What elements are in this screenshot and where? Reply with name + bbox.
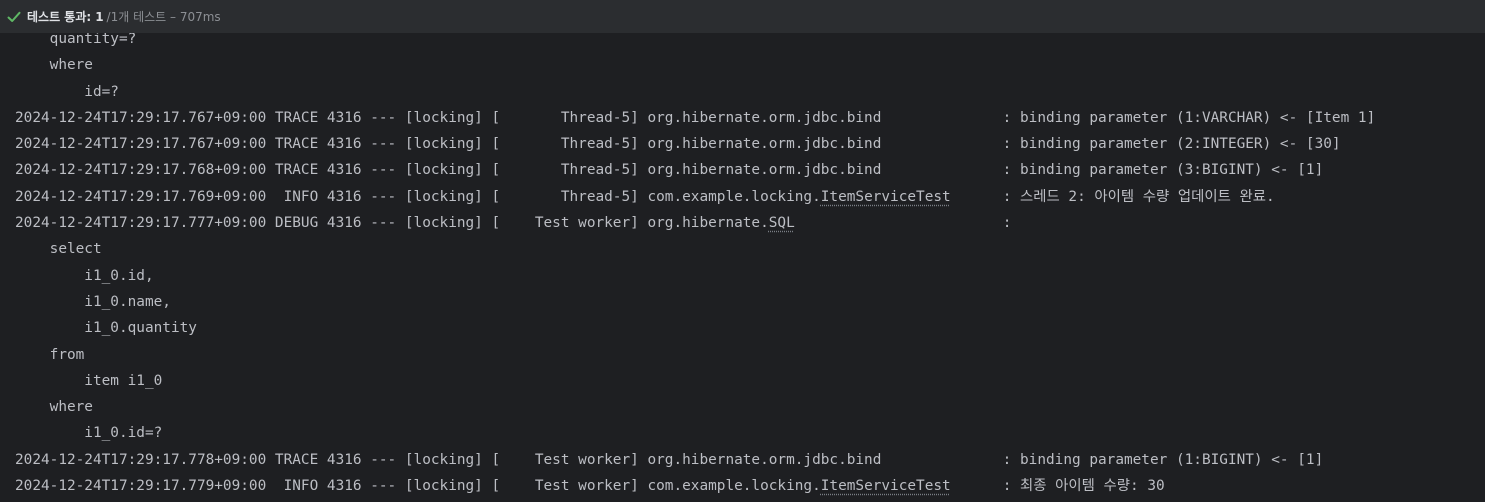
class-name-link[interactable]: ItemServiceTest (821, 189, 951, 205)
console-line: id=? (15, 83, 119, 100)
console-line: i1_0.id, (15, 267, 154, 284)
check-icon (6, 9, 22, 25)
test-status-bar: 테스트 통과: 1 /1개 테스트 – 707ms (0, 0, 1485, 33)
log-prefix: 2024-12-24T17:29:17.769+09:00 INFO 4316 … (15, 188, 821, 205)
console-line: 2024-12-24T17:29:17.767+09:00 TRACE 4316… (15, 109, 1376, 126)
console-line: 2024-12-24T17:29:17.779+09:00 INFO 4316 … (15, 473, 1375, 499)
console-line: quantity=? (15, 33, 137, 47)
log-message: : 최종 아이템 수량: 30 (950, 478, 1165, 495)
status-label: 테스트 통과: (27, 10, 92, 24)
console-line: where (15, 57, 93, 74)
console-lines: quantity=? where id=? 2024-12-24T17:29:1… (15, 33, 1375, 499)
log-prefix: 2024-12-24T17:29:17.777+09:00 DEBUG 4316… (15, 215, 769, 232)
console-line: 2024-12-24T17:29:17.777+09:00 DEBUG 4316… (15, 210, 1375, 236)
status-detail: /1개 테스트 – 707ms (106, 10, 221, 24)
console-line: 2024-12-24T17:29:17.778+09:00 TRACE 4316… (15, 451, 1324, 468)
log-message: : 스레드 2: 아이템 수량 업데이트 완료. (950, 188, 1275, 205)
log-prefix: 2024-12-24T17:29:17.779+09:00 INFO 4316 … (15, 478, 821, 495)
log-message: : (794, 215, 1012, 232)
console-line: 2024-12-24T17:29:17.768+09:00 TRACE 4316… (15, 162, 1324, 179)
console-line: 2024-12-24T17:29:17.767+09:00 TRACE 4316… (15, 136, 1341, 153)
console-line: from (15, 346, 85, 363)
console-output[interactable]: quantity=? where id=? 2024-12-24T17:29:1… (0, 33, 1485, 502)
console-line: i1_0.id=? (15, 425, 163, 442)
console-line: 2024-12-24T17:29:17.769+09:00 INFO 4316 … (15, 184, 1375, 210)
console-line: item i1_0 (15, 372, 163, 389)
console-line: where (15, 399, 93, 416)
console-line: select (15, 241, 102, 258)
console-line: i1_0.name, (15, 293, 171, 310)
class-name-link[interactable]: SQL (769, 215, 795, 231)
status-count: 1 (95, 9, 104, 24)
class-name-link[interactable]: ItemServiceTest (821, 478, 951, 494)
console-line: i1_0.quantity (15, 320, 197, 337)
